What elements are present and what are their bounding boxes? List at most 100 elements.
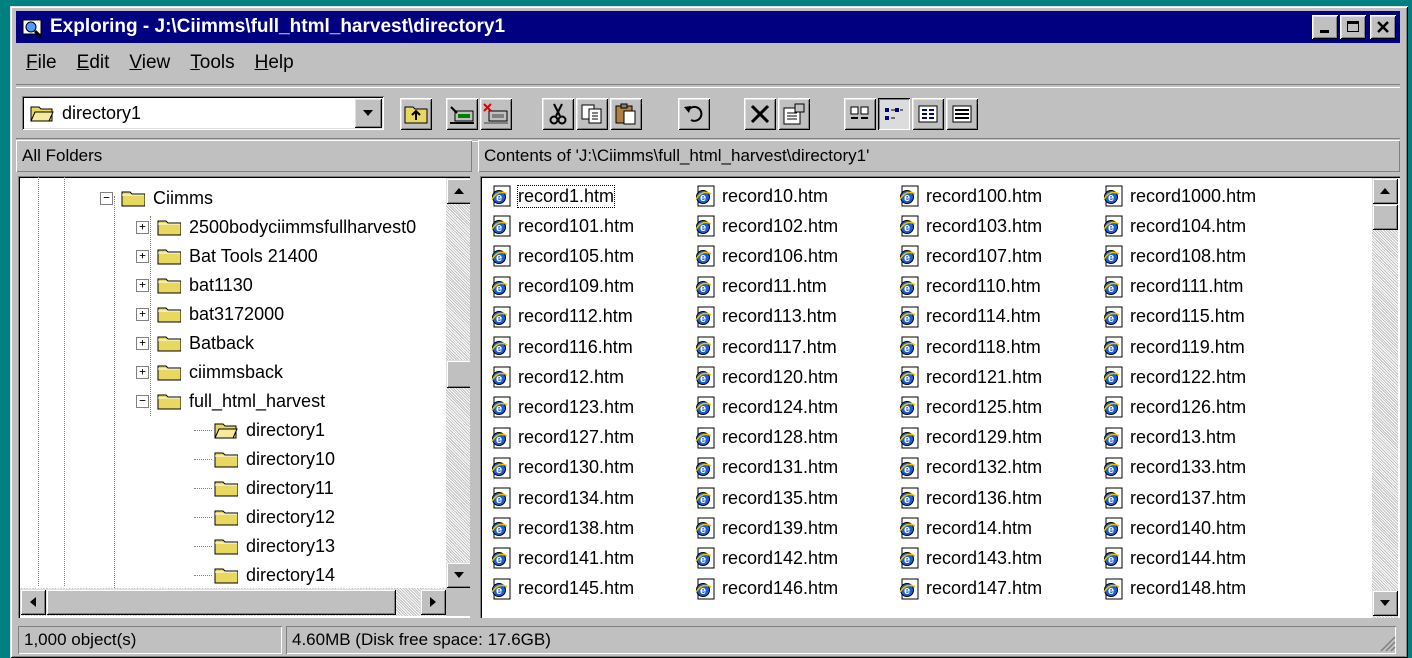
- large-icons-button[interactable]: [844, 98, 876, 130]
- file-item[interactable]: e record14.htm: [898, 514, 1032, 542]
- file-item[interactable]: e record115.htm: [1102, 303, 1245, 331]
- tree-scroll-down-button[interactable]: [446, 562, 470, 588]
- file-item[interactable]: e record132.htm: [898, 454, 1042, 482]
- file-item[interactable]: e record126.htm: [1102, 393, 1246, 421]
- file-item[interactable]: e record13.htm: [1102, 424, 1236, 452]
- file-item[interactable]: e record102.htm: [694, 212, 838, 240]
- file-item[interactable]: e record129.htm: [898, 424, 1042, 452]
- file-item[interactable]: e record138.htm: [490, 514, 634, 542]
- tree-item-directory1[interactable]: directory1: [194, 416, 325, 444]
- map-drive-button[interactable]: [446, 98, 478, 130]
- file-item[interactable]: e record114.htm: [898, 303, 1041, 331]
- tree-item-directory12[interactable]: directory12: [194, 503, 335, 531]
- file-item[interactable]: e record143.htm: [898, 544, 1042, 572]
- file-item[interactable]: e record1000.htm: [1102, 182, 1256, 210]
- file-item[interactable]: e record144.htm: [1102, 544, 1246, 572]
- file-item[interactable]: e record119.htm: [1102, 333, 1245, 361]
- file-item[interactable]: e record125.htm: [898, 393, 1042, 421]
- tree-item-directory10[interactable]: directory10: [194, 445, 335, 473]
- file-list-pane[interactable]: e record1.htm e record10.htm e record100.htm e…: [480, 176, 1400, 618]
- file-item[interactable]: e record135.htm: [694, 484, 838, 512]
- file-item[interactable]: e record124.htm: [694, 393, 838, 421]
- tree-scroll-thumb[interactable]: [446, 360, 470, 388]
- file-item[interactable]: e record12.htm: [490, 363, 624, 391]
- tree-item-ciimmsback[interactable]: + ciimmsback: [136, 358, 283, 386]
- properties-button[interactable]: [778, 98, 810, 130]
- maximize-button[interactable]: [1340, 15, 1366, 39]
- file-item[interactable]: e record110.htm: [898, 273, 1041, 301]
- address-combobox[interactable]: directory1: [22, 96, 384, 130]
- menu-edit[interactable]: Edit: [67, 52, 120, 74]
- file-item[interactable]: e record120.htm: [694, 363, 838, 391]
- file-item[interactable]: e record142.htm: [694, 544, 838, 572]
- file-item[interactable]: e record117.htm: [694, 333, 837, 361]
- tree-item-directory14[interactable]: directory14: [194, 561, 335, 589]
- file-item[interactable]: e record116.htm: [490, 333, 633, 361]
- file-item[interactable]: e record141.htm: [490, 544, 634, 572]
- file-item[interactable]: e record105.htm: [490, 242, 634, 270]
- file-item[interactable]: e record145.htm: [490, 575, 634, 603]
- file-item[interactable]: e record121.htm: [898, 363, 1042, 391]
- menu-file[interactable]: File: [16, 52, 67, 74]
- tree-item-batback[interactable]: + Batback: [136, 329, 254, 357]
- file-item[interactable]: e record108.htm: [1102, 242, 1246, 270]
- tree-hscroll-thumb[interactable]: [46, 589, 396, 615]
- tree-scroll-up-button[interactable]: [446, 178, 470, 204]
- tree-item-ciimms[interactable]: − Ciimms: [100, 184, 213, 212]
- file-item[interactable]: e record106.htm: [694, 242, 838, 270]
- tree-item-directory13[interactable]: directory13: [194, 532, 335, 560]
- tree-horizontal-scrollbar[interactable]: [20, 588, 446, 616]
- small-icons-button[interactable]: [878, 98, 910, 130]
- close-button[interactable]: [1370, 15, 1396, 39]
- collapse-icon[interactable]: −: [136, 394, 149, 408]
- file-item[interactable]: e record11.htm: [694, 273, 827, 301]
- tree-item-bat3172000[interactable]: + bat3172000: [136, 300, 284, 328]
- file-item[interactable]: e record10.htm: [694, 182, 828, 210]
- file-item[interactable]: e record122.htm: [1102, 363, 1246, 391]
- file-item[interactable]: e record140.htm: [1102, 514, 1246, 542]
- tree-item-bat1130[interactable]: + bat1130: [136, 271, 253, 299]
- menu-view[interactable]: View: [119, 52, 180, 74]
- tree-item-2500bodyciimmsfullharvest0[interactable]: +2500bodyciimmsfullharvest0: [136, 213, 416, 241]
- file-item[interactable]: e record107.htm: [898, 242, 1042, 270]
- title-bar[interactable]: Exploring - J:\Ciimms\full_html_harvest\…: [16, 11, 1400, 43]
- file-item[interactable]: e record148.htm: [1102, 575, 1246, 603]
- file-item[interactable]: e record103.htm: [898, 212, 1042, 240]
- file-item[interactable]: e record111.htm: [1102, 273, 1243, 301]
- minimize-button[interactable]: [1312, 15, 1338, 39]
- file-item[interactable]: e record113.htm: [694, 303, 837, 331]
- expand-icon[interactable]: +: [136, 307, 149, 321]
- file-item[interactable]: e record127.htm: [490, 424, 634, 452]
- tree-item-full-html-harvest[interactable]: − full_html_harvest: [136, 387, 325, 415]
- files-scroll-thumb[interactable]: [1372, 204, 1398, 230]
- tree-item-directory11[interactable]: directory11: [194, 474, 334, 502]
- folder-tree-pane[interactable]: − Ciimms +2500bodyciimmsfullharvest0 + Bat T…: [18, 176, 470, 618]
- menu-tools[interactable]: Tools: [180, 52, 244, 74]
- expand-icon[interactable]: +: [136, 278, 149, 292]
- list-view-button[interactable]: [912, 98, 944, 130]
- paste-button[interactable]: [610, 98, 642, 130]
- details-view-button[interactable]: [946, 98, 978, 130]
- file-item[interactable]: e record109.htm: [490, 273, 634, 301]
- tree-vertical-scrollbar[interactable]: [446, 178, 470, 588]
- disconnect-drive-button[interactable]: [480, 98, 512, 130]
- file-item[interactable]: e record137.htm: [1102, 484, 1246, 512]
- expand-icon[interactable]: +: [136, 336, 149, 350]
- file-item[interactable]: e record100.htm: [898, 182, 1042, 210]
- file-item[interactable]: e record147.htm: [898, 575, 1042, 603]
- file-item[interactable]: e record112.htm: [490, 303, 633, 331]
- file-item[interactable]: e record104.htm: [1102, 212, 1246, 240]
- tree-scroll-right-button[interactable]: [420, 589, 446, 615]
- file-item[interactable]: e record101.htm: [490, 212, 634, 240]
- up-one-level-button[interactable]: [400, 98, 432, 130]
- files-scroll-down-button[interactable]: [1372, 590, 1398, 616]
- files-scroll-up-button[interactable]: [1372, 178, 1398, 204]
- expand-icon[interactable]: +: [136, 249, 149, 263]
- file-item[interactable]: e record131.htm: [694, 454, 838, 482]
- tree-scroll-left-button[interactable]: [20, 589, 46, 615]
- file-item[interactable]: e record139.htm: [694, 514, 838, 542]
- tree-item-bat-tools-21400[interactable]: + Bat Tools 21400: [136, 242, 318, 270]
- expand-icon[interactable]: +: [136, 365, 149, 379]
- resize-grip-icon[interactable]: [1378, 634, 1396, 652]
- file-item[interactable]: e record134.htm: [490, 484, 634, 512]
